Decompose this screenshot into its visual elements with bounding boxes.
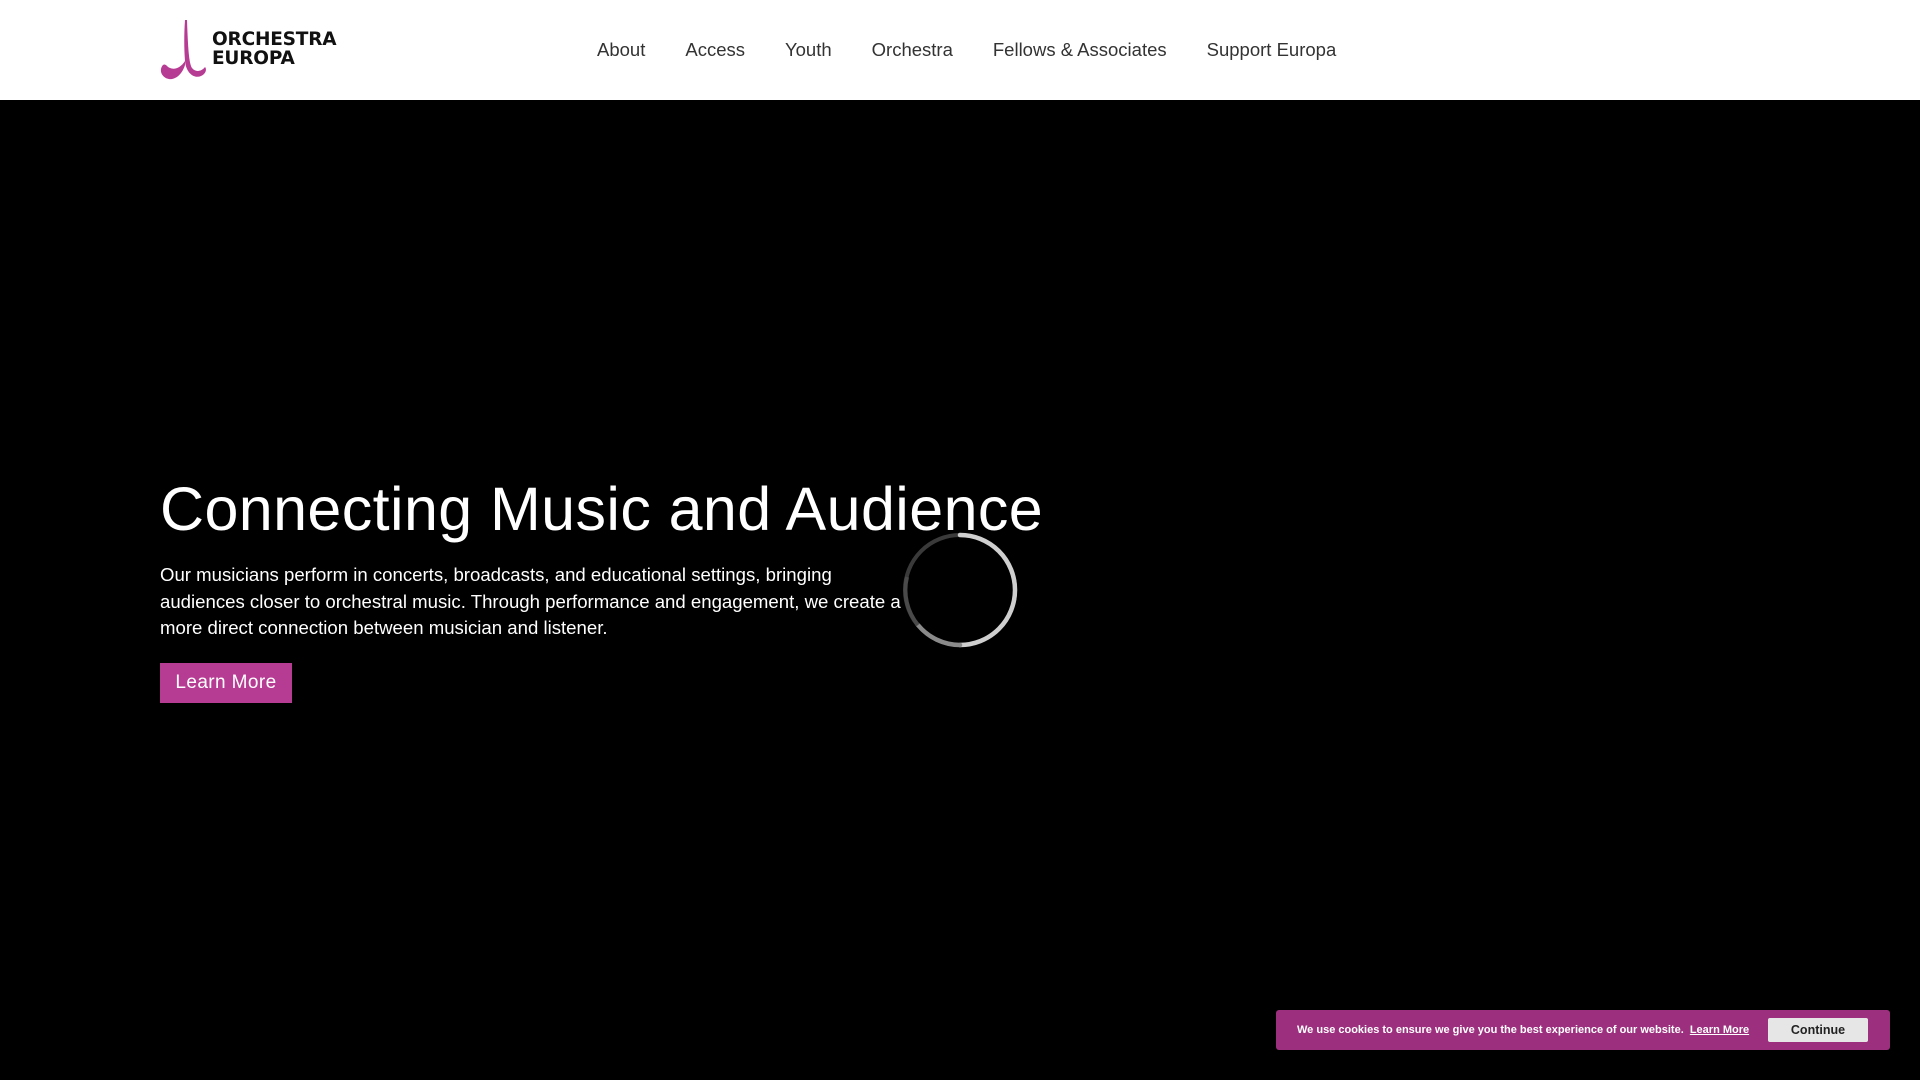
- main-navigation: About Access Youth Orchestra Fellows & A…: [597, 0, 1336, 100]
- nav-item-about[interactable]: About: [597, 0, 645, 100]
- cookie-learn-more-link[interactable]: Learn More: [1690, 1024, 1749, 1036]
- learn-more-button[interactable]: Learn More: [160, 663, 292, 703]
- logo-line-1: ORCHESTRA: [212, 29, 337, 50]
- nav-item-fellows-associates[interactable]: Fellows & Associates: [993, 0, 1167, 100]
- cookie-continue-button[interactable]: Continue: [1768, 1018, 1868, 1042]
- tuning-fork-logo-icon: [160, 20, 206, 80]
- site-header: ORCHESTRA EUROPA About Access Youth Orch…: [0, 0, 1920, 100]
- hero-description: Our musicians perform in concerts, broad…: [160, 564, 901, 639]
- nav-item-orchestra[interactable]: Orchestra: [872, 0, 953, 100]
- nav-item-support-europa[interactable]: Support Europa: [1207, 0, 1337, 100]
- logo-line-2: EUROPA: [212, 48, 295, 69]
- logo-wordmark: ORCHESTRA EUROPA: [212, 29, 337, 69]
- cookie-message: We use cookies to ensure we give you the…: [1297, 1024, 1684, 1036]
- nav-item-access[interactable]: Access: [685, 0, 745, 100]
- loading-spinner-icon: [903, 532, 1018, 648]
- cookie-consent-banner: We use cookies to ensure we give you the…: [1276, 1010, 1890, 1050]
- cookie-message-container: We use cookies to ensure we give you the…: [1297, 1010, 1749, 1050]
- nav-item-youth[interactable]: Youth: [785, 0, 832, 100]
- orchestra-europa-logo[interactable]: ORCHESTRA EUROPA: [158, 19, 337, 81]
